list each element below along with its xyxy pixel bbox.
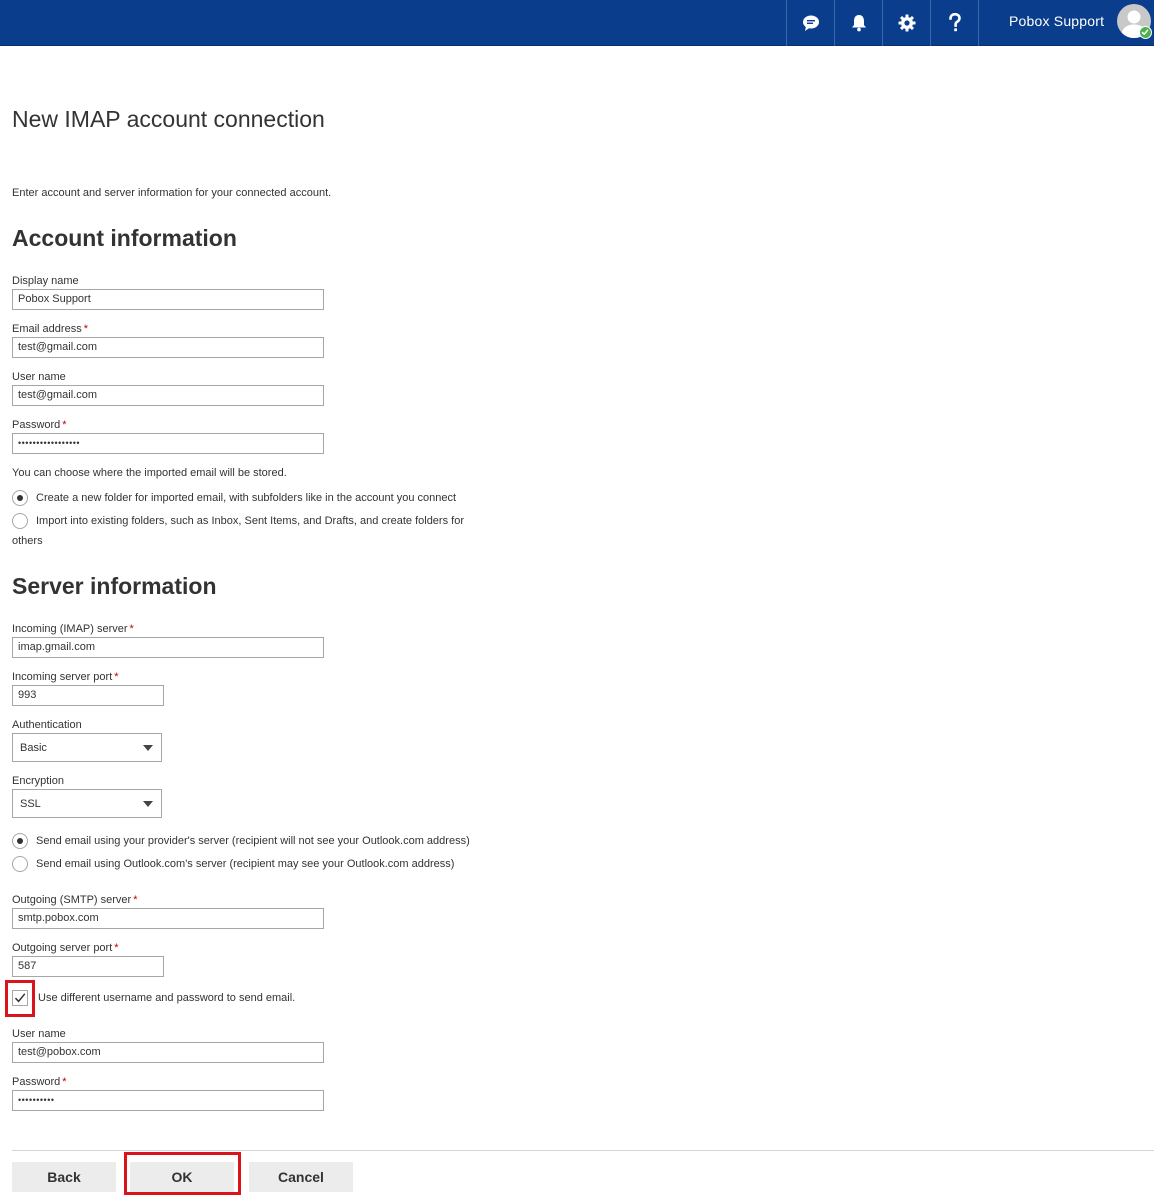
required-marker: * bbox=[114, 671, 119, 683]
send-outlook-server-radio[interactable] bbox=[12, 856, 28, 872]
storage-existing-folders-label: Import into existing folders, such as In… bbox=[36, 515, 464, 527]
required-marker: * bbox=[83, 323, 88, 335]
incoming-server-input[interactable]: imap.gmail.com bbox=[12, 637, 324, 658]
required-marker: * bbox=[114, 942, 119, 954]
online-status-icon bbox=[1139, 26, 1152, 39]
send-provider-server-radio[interactable] bbox=[12, 833, 28, 849]
required-marker: * bbox=[133, 894, 138, 906]
gear-icon bbox=[898, 14, 916, 32]
authentication-select[interactable]: Basic bbox=[12, 733, 162, 762]
outgoing-port-label: Outgoing server port * bbox=[12, 942, 119, 954]
notifications-button[interactable] bbox=[834, 0, 882, 46]
outgoing-port-input[interactable]: 587 bbox=[12, 956, 164, 977]
display-name-input[interactable]: Pobox Support bbox=[12, 289, 324, 310]
smtp-password-label: Password * bbox=[12, 1076, 67, 1088]
cancel-button[interactable]: Cancel bbox=[249, 1162, 353, 1192]
storage-prompt: You can choose where the imported email … bbox=[12, 467, 287, 479]
chat-button[interactable] bbox=[786, 0, 834, 46]
bell-icon bbox=[851, 14, 867, 32]
outgoing-server-input[interactable]: smtp.pobox.com bbox=[12, 908, 324, 929]
encryption-selected-value: SSL bbox=[20, 798, 41, 810]
required-marker: * bbox=[62, 1076, 67, 1088]
top-bar: Pobox Support bbox=[0, 0, 1154, 46]
display-name-label: Display name bbox=[12, 275, 79, 287]
ok-highlight-box bbox=[124, 1152, 241, 1195]
password-label: Password * bbox=[12, 419, 67, 431]
user-name: Pobox Support bbox=[1009, 13, 1105, 29]
chevron-down-icon bbox=[143, 801, 153, 807]
help-button[interactable] bbox=[930, 0, 978, 46]
required-marker: * bbox=[129, 623, 134, 635]
help-icon bbox=[948, 13, 962, 33]
checkbox-highlight-box bbox=[5, 980, 35, 1017]
user-name-label: User name bbox=[12, 371, 66, 383]
chat-icon bbox=[802, 14, 820, 32]
encryption-label: Encryption bbox=[12, 775, 64, 787]
send-outlook-server-label: Send email using Outlook.com's server (r… bbox=[36, 858, 455, 870]
smtp-password-input[interactable]: •••••••••• bbox=[12, 1090, 324, 1111]
authentication-label: Authentication bbox=[12, 719, 82, 731]
required-marker: * bbox=[62, 419, 67, 431]
outgoing-server-label: Outgoing (SMTP) server * bbox=[12, 894, 138, 906]
intro-text: Enter account and server information for… bbox=[12, 187, 332, 199]
storage-new-folder-radio[interactable] bbox=[12, 490, 28, 506]
chevron-down-icon bbox=[143, 745, 153, 751]
server-information-heading: Server information bbox=[12, 573, 217, 599]
send-provider-server-label: Send email using your provider's server … bbox=[36, 835, 470, 847]
incoming-port-input[interactable]: 993 bbox=[12, 685, 164, 706]
email-address-label: Email address * bbox=[12, 323, 88, 335]
password-input[interactable]: ••••••••••••••••• bbox=[12, 433, 324, 454]
smtp-user-name-input[interactable]: test@pobox.com bbox=[12, 1042, 324, 1063]
storage-existing-folders-label-continued: others bbox=[12, 535, 43, 547]
authentication-selected-value: Basic bbox=[20, 742, 47, 754]
email-address-input[interactable]: test@gmail.com bbox=[12, 337, 324, 358]
user-name-input[interactable]: test@gmail.com bbox=[12, 385, 324, 406]
different-credentials-label: Use different username and password to s… bbox=[38, 992, 296, 1004]
smtp-user-name-label: User name bbox=[12, 1028, 66, 1040]
account-information-heading: Account information bbox=[12, 225, 237, 251]
settings-button[interactable] bbox=[882, 0, 930, 46]
incoming-port-label: Incoming server port * bbox=[12, 671, 119, 683]
footer-divider bbox=[12, 1150, 1154, 1151]
encryption-select[interactable]: SSL bbox=[12, 789, 162, 818]
storage-new-folder-label: Create a new folder for imported email, … bbox=[36, 492, 457, 504]
incoming-server-label: Incoming (IMAP) server * bbox=[12, 623, 134, 635]
storage-existing-folders-radio[interactable] bbox=[12, 513, 28, 529]
account-menu[interactable]: Pobox Support bbox=[978, 0, 1154, 46]
page-title: New IMAP account connection bbox=[12, 106, 325, 132]
back-button[interactable]: Back bbox=[12, 1162, 116, 1192]
